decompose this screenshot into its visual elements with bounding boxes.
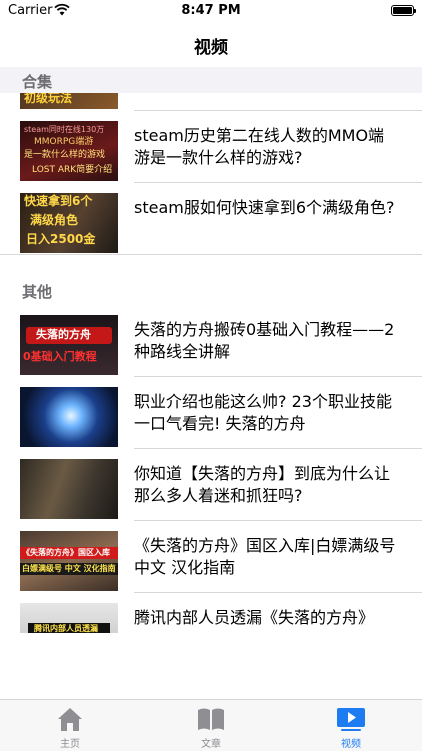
- video-thumbnail: steam同时在线130万 MMORPG端游 是一款什么样的游戏 LOST AR…: [20, 121, 118, 181]
- section-title: 其他: [22, 283, 53, 301]
- video-title: 你知道【失落的方舟】到底为什么让那么多人着迷和抓狂吗?: [134, 464, 391, 505]
- page-title: 视频: [194, 38, 228, 58]
- list-item[interactable]: 《失落的方舟》国区入库 白嫖满级号 中文 汉化指南 《失落的方舟》国区入库|白嫖…: [0, 521, 422, 592]
- tab-label: 文章: [201, 739, 221, 750]
- battery-icon: [391, 5, 416, 16]
- tab-label: 主页: [60, 739, 80, 750]
- book-icon: [198, 708, 224, 730]
- list-item[interactable]: 快速拿到6个 满级角色 日入2500金 steam服如何快速拿到6个满级角色?: [0, 183, 422, 254]
- video-thumbnail: 失落的方舟 0基础入门教程: [20, 315, 118, 375]
- tab-videos[interactable]: 视频: [291, 700, 411, 751]
- divider: [0, 254, 422, 255]
- list-item[interactable]: 失落的方舟 0基础入门教程 失落的方舟搬砖0基础入门教程——2种路线全讲解: [0, 305, 422, 376]
- video-thumbnail: [20, 387, 118, 447]
- list-item[interactable]: steam同时在线130万 MMORPG端游 是一款什么样的游戏 LOST AR…: [0, 111, 422, 182]
- video-title: 职业介绍也能这么帅? 23个职业技能一口气看完! 失落的方舟: [134, 392, 392, 433]
- tab-articles[interactable]: 文章: [151, 700, 271, 751]
- home-icon: [58, 708, 82, 731]
- video-thumbnail: 快速拿到6个 满级角色 日入2500金: [20, 193, 118, 253]
- video-thumbnail: [20, 459, 118, 519]
- list-item[interactable]: 职业介绍也能这么帅? 23个职业技能一口气看完! 失落的方舟: [0, 377, 422, 448]
- tab-label: 视频: [341, 739, 361, 750]
- tab-home[interactable]: 主页: [10, 700, 130, 751]
- video-list[interactable]: 合集 初级玩法 steam同时在线130万 MMORPG端游 是一款什么样的游戏…: [0, 67, 422, 633]
- video-title: steam服如何快速拿到6个满级角色?: [134, 198, 395, 217]
- list-item[interactable]: 腾讯内部人员透漏 腾讯内部人员透漏《失落的方舟》: [0, 593, 422, 633]
- play-icon: [337, 708, 365, 731]
- clock: 8:47 PM: [181, 3, 241, 18]
- video-title: 失落的方舟搬砖0基础入门教程——2种路线全讲解: [134, 320, 395, 361]
- section-title: 合集: [22, 73, 53, 91]
- section-header-collections: 合集: [0, 67, 422, 93]
- video-title: steam历史第二在线人数的MMO端游是一款什么样的游戏?: [134, 126, 385, 167]
- tab-bar: 主页 文章 视频: [0, 699, 422, 751]
- list-item[interactable]: 你知道【失落的方舟】到底为什么让那么多人着迷和抓狂吗?: [0, 449, 422, 520]
- video-title: 腾讯内部人员透漏《失落的方舟》: [134, 608, 375, 627]
- video-title: 《失落的方舟》国区入库|白嫖满级号 中文 汉化指南: [134, 536, 396, 577]
- video-thumbnail: 腾讯内部人员透漏: [20, 603, 118, 633]
- status-bar: Carrier 8:47 PM: [0, 0, 422, 22]
- section-header-other: 其他: [0, 267, 422, 305]
- video-thumbnail: 《失落的方舟》国区入库 白嫖满级号 中文 汉化指南: [20, 531, 118, 591]
